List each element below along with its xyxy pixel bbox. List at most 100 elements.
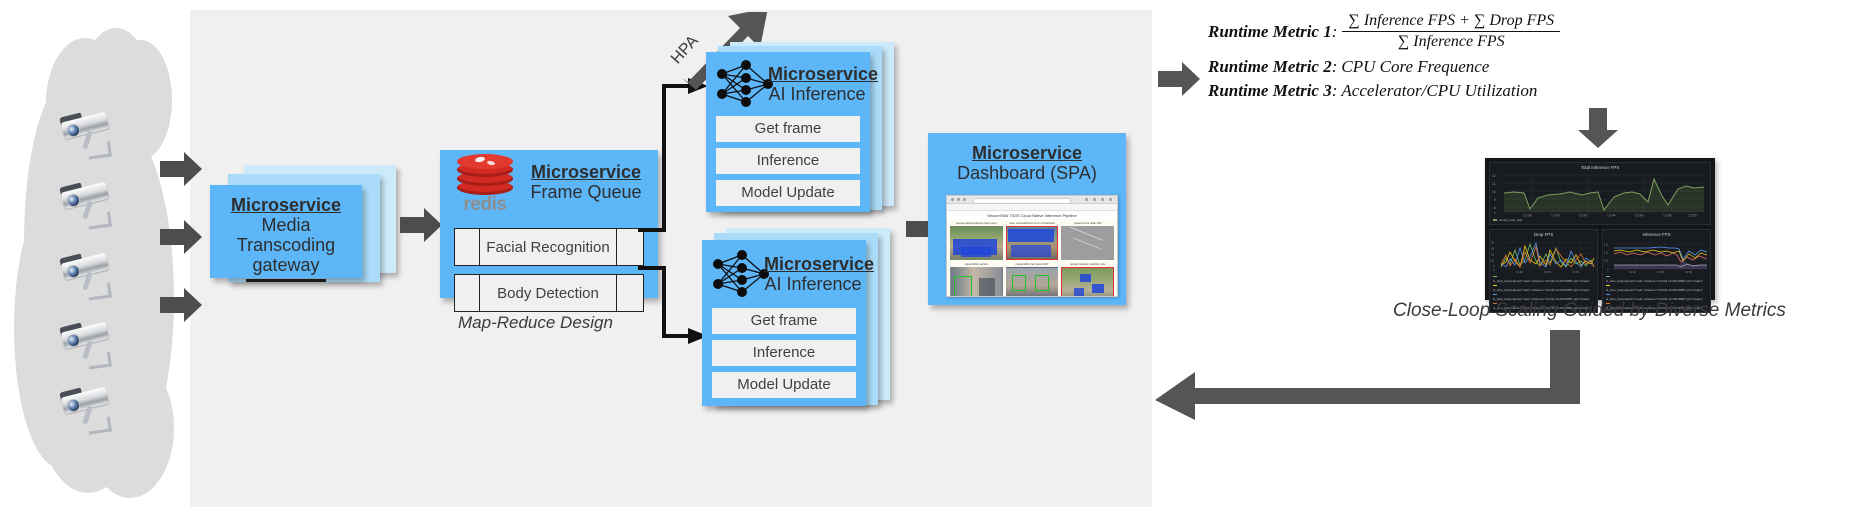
transcoder-to-queue-arrow [400,208,442,242]
legend-swatch [1606,275,1610,278]
metric-1-label: Runtime Metric 1 [1208,21,1332,41]
svg-text:1.0: 1.0 [1604,250,1608,254]
map-reduce-caption: Map-Reduce Design [458,313,613,332]
transcoder-line3: gateway [252,255,320,276]
svg-text:0.5: 0.5 [1604,258,1608,262]
close-loop-caption: Close-Loop Scaling Guided by Diverse Met… [1393,300,1786,321]
queue-row-left-cell [455,229,480,265]
cctv-camera-icon [58,321,120,371]
browser-chrome-bar [947,196,1117,204]
dashboard-sub-label: Dashboard (SPA) [957,163,1097,184]
svg-text:12: 12 [1492,174,1496,178]
svg-text:0: 0 [1493,267,1495,271]
ai-inference-top-node[interactable]: Microservice AI Inference Get frame Infe… [706,42,906,217]
thumbnail-cell[interactable]: camera detection/faces plaza event [950,222,1003,260]
thumbnail-cell[interactable]: upload lobby two faces 0027 [1005,263,1059,296]
transcoder-underline [246,279,326,282]
queue-row-body-detection[interactable]: Body Detection [454,274,644,312]
metric-3-separator: : [1331,81,1338,100]
metric-2-separator: : [1331,57,1338,76]
ai-inference-sub-label: AI Inference [768,84,866,105]
thumbnail-image-highlighted [1061,267,1114,296]
feedback-loop-arrow [1155,330,1595,420]
thumbnail-image [1061,226,1114,260]
grafana-plot-area: 1.5 1.0 0.5 0 13:40 13:45 13:50 [1603,238,1710,274]
svg-text:13:45: 13:45 [1544,270,1551,274]
svg-text:15: 15 [1491,252,1495,256]
metric-2-value: CPU Core Frequence [1341,57,1490,76]
grafana-plot-area: 12 11 10 9 8 7 13:38 13:40 13:42 13:44 13:46 13:… [1490,171,1710,218]
metric-1-formula: ∑ Inference FPS + ∑ Drop FPS ∑ Inference… [1342,12,1561,51]
cctv-camera-icon [58,386,120,436]
inference-button[interactable]: Inference [712,340,856,366]
svg-text:8: 8 [1494,206,1496,210]
ai-inference-ms-label: Microservice [764,254,875,274]
transcoder-title: Microservice Media Transcoding gateway [210,185,362,276]
thumbnail-cell[interactable]: open camera/Munich zoom crowdstreet [1005,222,1059,260]
frame-queue-title: Microservice Frame Queue [520,162,652,202]
ai-inference-bottom-node[interactable]: Microservice AI Inference Get frame Infe… [702,228,902,408]
ai-inference-bottom-title: Microservice AI Inference [764,254,875,294]
svg-text:13:38: 13:38 [1523,214,1532,218]
thumbnail-cell[interactable]: upload scene radar shift [1061,222,1114,260]
neural-network-icon [712,58,776,110]
svg-text:11: 11 [1492,182,1496,186]
thumbnail-cell[interactable]: upload lobby person [950,263,1003,296]
legend-swatch [1493,293,1497,296]
frame-queue-node[interactable]: redis Microservice Frame Queue Facial Re… [440,150,670,312]
svg-text:13:42: 13:42 [1579,214,1588,218]
camera-feed-arrow [160,288,202,322]
svg-text:13:40: 13:40 [1551,214,1560,218]
metric-3-value: Accelerator/CPU Utilization [1341,81,1538,100]
thumbnail-image [950,226,1003,260]
frame-queue-ms-label: Microservice [530,162,642,182]
metric-1-denominator: ∑ Inference FPS [1397,33,1505,50]
grafana-dashboard-screenshot[interactable]: Total Inference FPS 12 11 10 9 8 7 13:38… [1485,158,1715,313]
svg-text:13:50: 13:50 [1685,270,1692,274]
dashboard-screenshot[interactable]: SecureSNN TIDIS Cloud Native Inference P… [946,195,1118,297]
runtime-metric-3: Runtime Metric 3 : Accelerator/CPU Utili… [1208,81,1868,101]
grafana-panel-title: Total Inference FPS [1580,165,1620,170]
ai-inference-ms-label: Microservice [768,64,879,84]
inference-button[interactable]: Inference [716,148,860,174]
neural-network-icon [708,248,772,300]
svg-text:0: 0 [1607,267,1609,271]
svg-text:13:40: 13:40 [1516,270,1523,274]
runtime-metric-2: Runtime Metric 2 : CPU Core Frequence [1208,57,1868,77]
thumbnail-image [950,267,1003,296]
legend-swatch [1606,293,1610,296]
grafana-plot-area: 25 20 15 10 5 0 13:40 13:45 13:50 [1490,238,1597,274]
diagram-canvas: Microservice Media Transcoding gateway r… [0,0,1873,517]
metric-3-label: Runtime Metric 3 [1208,81,1332,100]
camera-feed-arrow [160,220,202,254]
metrics-to-grafana-arrow [1578,108,1618,148]
thumbnail-image [1005,267,1059,296]
runtime-metric-1: Runtime Metric 1 : ∑ Inference FPS + ∑ D… [1208,12,1868,51]
thumbnail-cell[interactable]: upload vehicles roadside/ cars [1061,263,1114,296]
metric-1-numerator: ∑ Inference FPS + ∑ Drop FPS [1342,12,1561,32]
grafana-legend: sum(io_infer_fps) [1490,217,1710,224]
svg-text:25: 25 [1491,240,1495,244]
queue-row-facial-recognition[interactable]: Facial Recognition [454,228,644,266]
legend-swatch [1606,284,1610,287]
dashboard-node[interactable]: Microservice Dashboard (SPA) SecureSNN T… [928,133,1138,313]
transcoder-line1: Media [261,215,311,236]
model-update-button[interactable]: Model Update [716,180,860,206]
get-frame-button[interactable]: Get frame [716,116,860,142]
queue-row-label: Body Detection [497,284,599,302]
model-update-button[interactable]: Model Update [712,372,856,398]
svg-text:13:50: 13:50 [1572,270,1579,274]
grafana-panel-title: Drop FPS [1533,231,1554,237]
svg-text:13:40: 13:40 [1629,270,1636,274]
legend-swatch [1493,219,1497,221]
svg-text:1.5: 1.5 [1604,242,1608,246]
svg-text:9: 9 [1494,198,1496,202]
media-transcoding-gateway-node[interactable]: Microservice Media Transcoding gateway [210,165,400,305]
dashboard-ms-label: Microservice [971,143,1083,163]
frame-queue-sub-label: Frame Queue [530,182,642,203]
transcoder-ms-label: Microservice [230,195,342,215]
legend-swatch [1493,284,1497,287]
browser-bookmarks-bar [947,204,1117,211]
get-frame-button[interactable]: Get frame [712,308,856,334]
cctv-camera-icon [58,252,120,302]
